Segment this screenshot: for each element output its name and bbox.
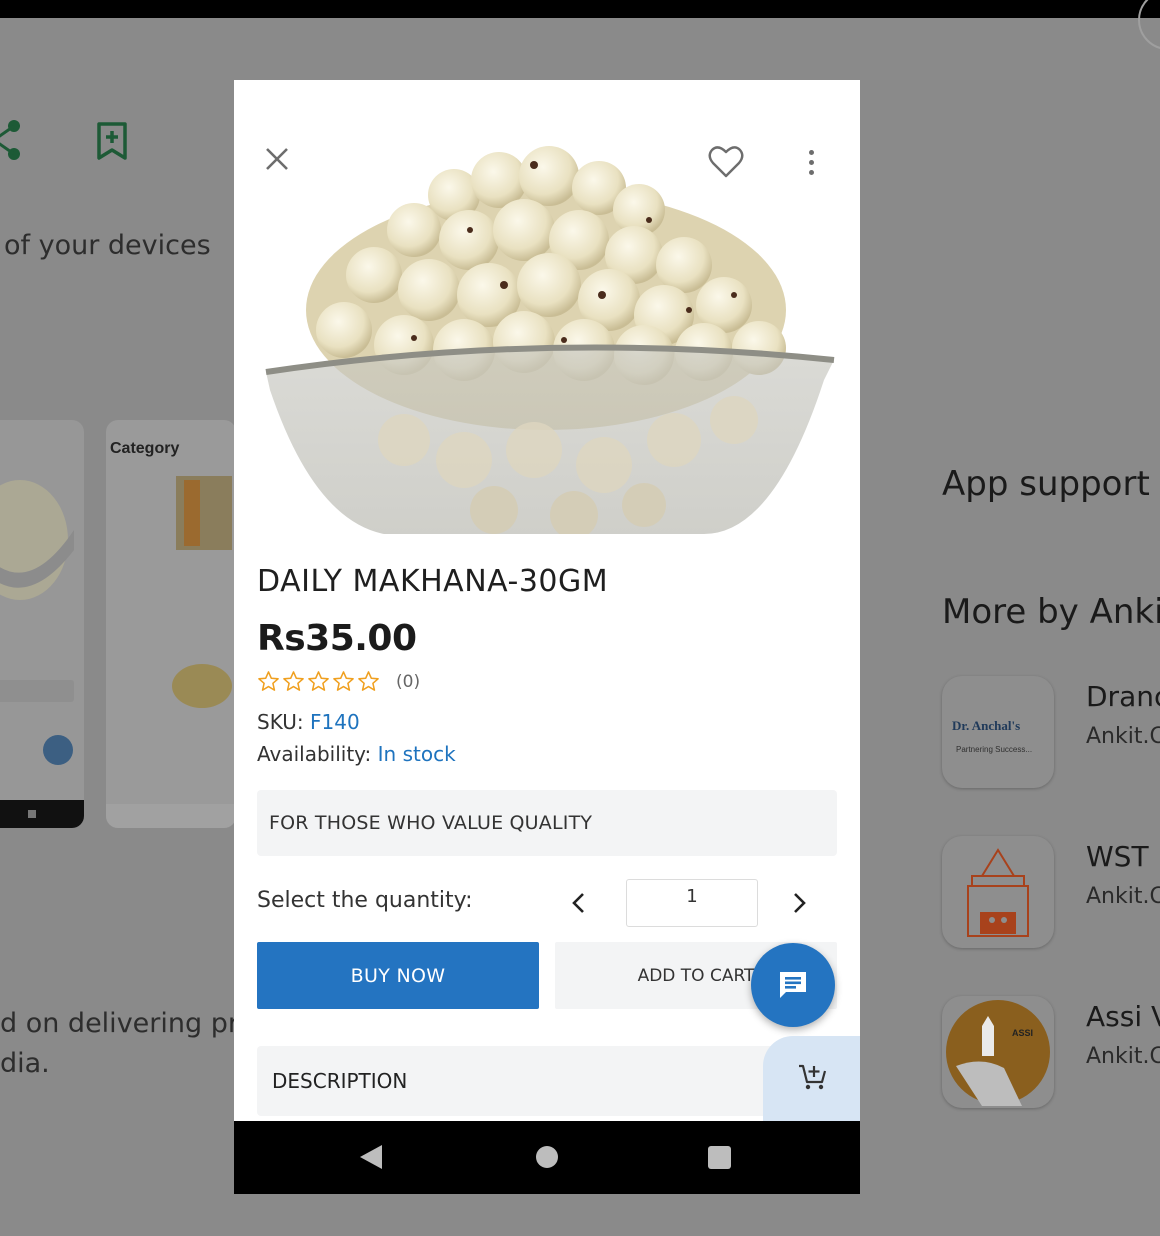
assi-logo: ASSI <box>946 1000 1050 1106</box>
app-name-assi[interactable]: Assi V <box>1086 1000 1160 1033</box>
svg-text:ASSI: ASSI <box>1012 1028 1033 1038</box>
makhana-bowl-image <box>265 146 835 539</box>
svg-text:Dr. Anchal's: Dr. Anchal's <box>952 718 1020 733</box>
quantity-increase-button[interactable] <box>786 886 814 920</box>
about-text-line2: dia. <box>0 1048 50 1079</box>
close-icon <box>266 148 288 170</box>
star-icon <box>333 671 354 691</box>
devices-text: of your devices <box>4 230 211 261</box>
more-by-heading[interactable]: More by Anki <box>942 592 1160 632</box>
cart-button[interactable] <box>763 1036 860 1126</box>
app-icon-wst[interactable] <box>942 836 1054 948</box>
nav-home-icon[interactable] <box>536 1146 558 1168</box>
description-section[interactable]: DESCRIPTION <box>257 1046 837 1116</box>
star-icon <box>358 671 379 691</box>
chat-icon <box>780 972 806 998</box>
screenshot-thumbnail-preview <box>106 476 236 828</box>
product-image <box>234 80 860 539</box>
cart-plus-icon <box>798 1064 826 1090</box>
screenshot-thumbnail[interactable] <box>0 420 84 828</box>
sku-value: F140 <box>310 710 360 734</box>
screenshot-thumbnail-preview <box>0 480 84 828</box>
buy-now-button[interactable]: BUY NOW <box>257 942 539 1009</box>
availability-line: Availability: In stock <box>257 742 456 766</box>
share-icon[interactable] <box>0 118 22 162</box>
android-nav-bar <box>234 1121 860 1194</box>
nav-recents-icon[interactable] <box>708 1146 731 1169</box>
more-vert-icon[interactable] <box>800 144 822 180</box>
screenshot-thumbnail[interactable]: Category <box>106 420 236 828</box>
heart-icon[interactable] <box>706 142 746 182</box>
sku-line: SKU: F140 <box>257 710 360 734</box>
product-tagline: FOR THOSE WHO VALUE QUALITY <box>257 790 837 856</box>
dranc-logo: Dr. Anchal's Partnering Success... <box>952 718 1032 754</box>
chevron-right-icon <box>794 893 806 913</box>
app-support-heading[interactable]: App support <box>942 464 1150 504</box>
app-name-dranc[interactable]: Dranc <box>1086 680 1160 713</box>
product-title: DAILY MAKHANA-30GM <box>257 564 609 599</box>
screenshot-viewer: DAILY MAKHANA-30GM Rs35.00 (0) SKU: F140… <box>234 80 860 1194</box>
app-developer-assi: Ankit.C <box>1086 1044 1160 1069</box>
status-bar <box>0 0 1160 18</box>
sku-label: SKU: <box>257 710 304 734</box>
quantity-decrease-button[interactable] <box>564 886 592 920</box>
app-developer-dranc: Ankit.C <box>1086 724 1160 749</box>
availability-value: In stock <box>377 742 456 766</box>
about-text: d on delivering pro dia. <box>0 1004 255 1084</box>
star-icon <box>283 671 304 691</box>
quantity-label: Select the quantity: <box>257 888 473 913</box>
review-count[interactable]: (0) <box>396 672 420 692</box>
quantity-input[interactable]: 1 <box>626 879 758 927</box>
app-icon-assi[interactable]: ASSI <box>942 996 1054 1108</box>
app-name-wst[interactable]: WST <box>1086 840 1149 873</box>
close-button[interactable] <box>260 142 294 176</box>
nav-back-icon[interactable] <box>360 1145 382 1169</box>
about-text-line1: d on delivering pro <box>0 1008 255 1039</box>
app-icon-dranc[interactable]: Dr. Anchal's Partnering Success... <box>942 676 1054 788</box>
svg-text:Partnering Success...: Partnering Success... <box>956 745 1032 754</box>
availability-label: Availability: <box>257 742 372 766</box>
star-icon <box>258 671 279 691</box>
chat-button[interactable] <box>751 943 835 1027</box>
wst-logo <box>967 848 1029 937</box>
star-rating[interactable]: (0) <box>257 670 420 693</box>
star-icon <box>308 671 329 691</box>
product-price: Rs35.00 <box>257 618 417 659</box>
chevron-left-icon <box>572 893 584 913</box>
app-developer-wst: Ankit.C <box>1086 884 1160 909</box>
bookmark-add-icon[interactable] <box>96 122 128 160</box>
